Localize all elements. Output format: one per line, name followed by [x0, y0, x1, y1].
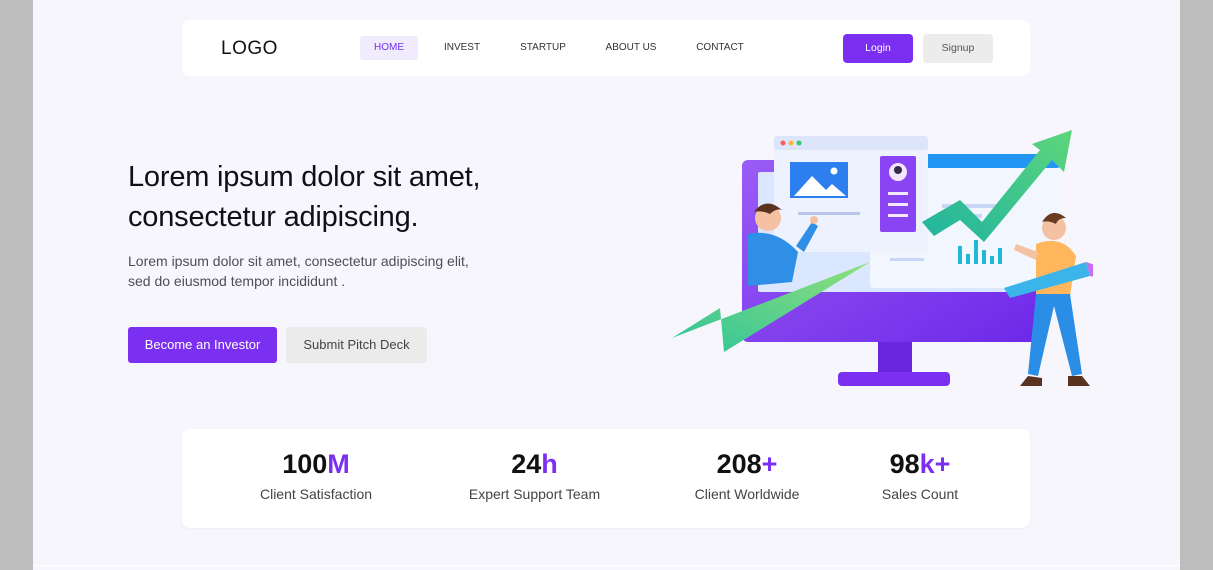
- stat-expert-support-team: 24h Expert Support Team: [462, 447, 607, 505]
- landing-page: LOGO HOME INVEST STARTUP ABOUT US CONTAC…: [33, 0, 1180, 570]
- nav-item-home[interactable]: HOME: [360, 36, 418, 60]
- stat-label: Expert Support Team: [468, 486, 601, 502]
- hero-subtitle: Lorem ipsum dolor sit amet, consectetur …: [128, 253, 469, 289]
- stat-value: 24h: [511, 449, 558, 479]
- nav-item-startup[interactable]: STARTUP: [512, 36, 574, 60]
- section-divider: [33, 565, 1180, 566]
- stat-value: 208+: [716, 449, 778, 479]
- hero-title: Lorem ipsum dolor sit amet, consectetur …: [128, 161, 481, 233]
- logo[interactable]: LOGO: [221, 38, 278, 60]
- stat-client-worldwide: 208+ Client Worldwide: [682, 447, 812, 505]
- signup-button[interactable]: Signup: [923, 34, 993, 63]
- stat-client-satisfaction: 100M Client Satisfaction: [256, 447, 376, 505]
- stat-label: Client Worldwide: [694, 486, 800, 502]
- stat-label: Sales Count: [881, 486, 959, 502]
- become-investor-button[interactable]: Become an Investor: [128, 327, 277, 363]
- stat-sales-count: 98k+ Sales Count: [872, 447, 968, 505]
- stat-label: Client Satisfaction: [259, 486, 373, 502]
- image-window-icon: [774, 136, 928, 252]
- submit-pitch-deck-button[interactable]: Submit Pitch Deck: [286, 327, 427, 363]
- stat-value: 100M: [282, 449, 350, 479]
- hero-illustration: [672, 130, 1093, 386]
- top-navbar: LOGO HOME INVEST STARTUP ABOUT US CONTAC…: [182, 20, 1030, 76]
- nav-item-contact[interactable]: CONTACT: [687, 36, 753, 60]
- stats-card: 100M Client Satisfaction 24h Expert Supp…: [182, 429, 1030, 528]
- login-button[interactable]: Login: [843, 34, 913, 63]
- nav-item-invest[interactable]: INVEST: [432, 36, 492, 60]
- nav-item-about-us[interactable]: ABOUT US: [598, 36, 664, 60]
- stat-value: 98k+: [889, 449, 951, 479]
